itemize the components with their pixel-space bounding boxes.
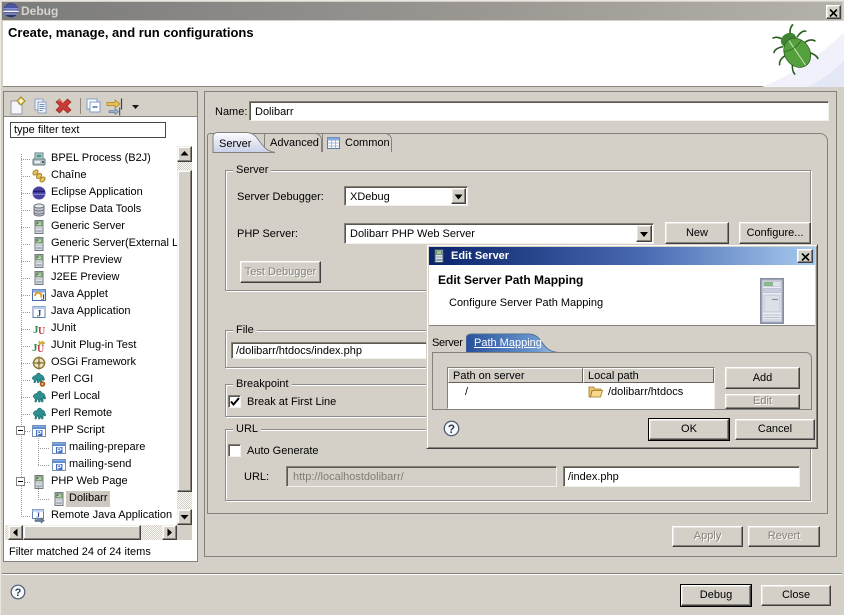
svg-text:J: J — [36, 511, 40, 520]
svg-text:P: P — [57, 445, 62, 454]
svg-text:U: U — [38, 326, 45, 337]
svg-text:P: P — [57, 462, 62, 471]
svg-text:?: ? — [15, 587, 22, 599]
svg-text:J: J — [41, 293, 45, 302]
svg-text:?: ? — [448, 423, 455, 436]
svg-text:J: J — [37, 310, 42, 320]
svg-text:U: U — [37, 344, 44, 354]
